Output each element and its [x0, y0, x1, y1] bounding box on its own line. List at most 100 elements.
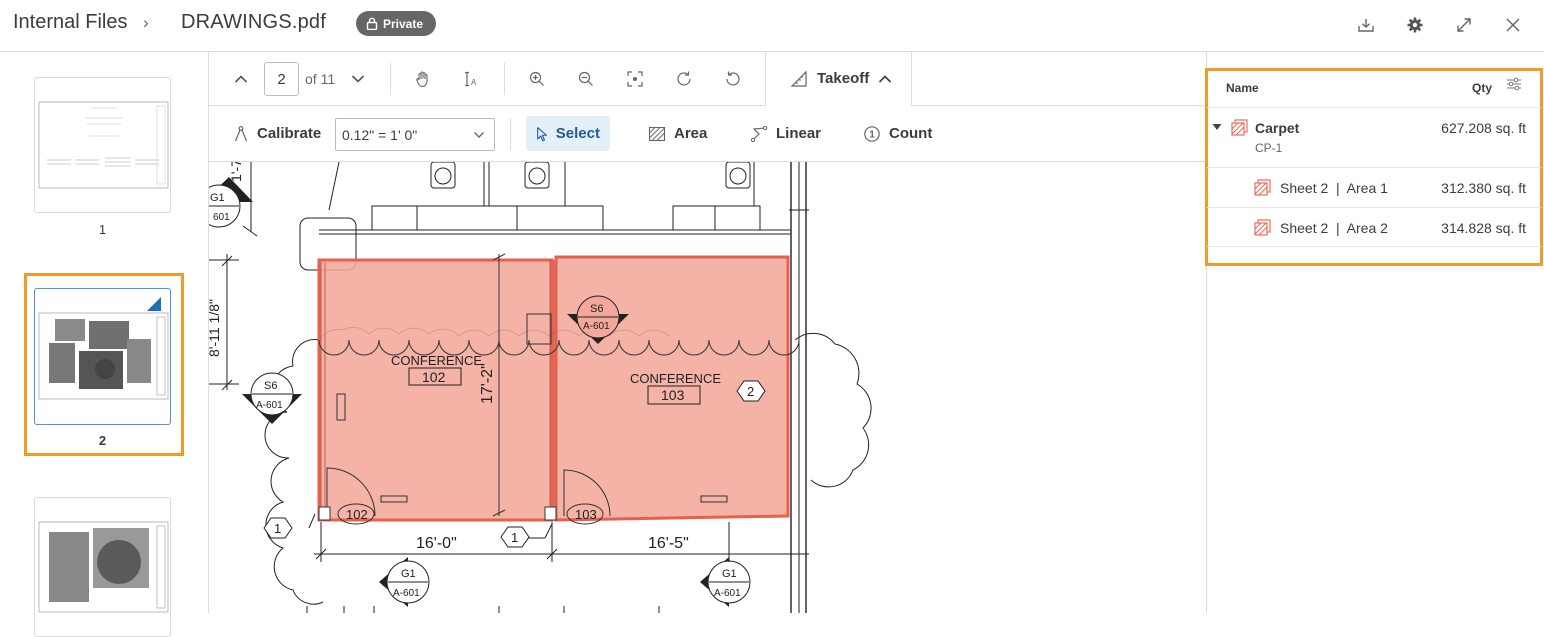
area-hatch-icon — [648, 126, 666, 141]
takeoff-toolbar: Calibrate 0.12" = 1' 0" Select Area Line… — [209, 106, 1206, 162]
thumbnail-label-1: 1 — [98, 222, 107, 237]
takeoff-group-row[interactable]: Carpet CP-1 627.208 sq. ft — [1207, 107, 1541, 167]
area-tool-label: Area — [674, 125, 708, 142]
zoom-out-button[interactable] — [572, 65, 600, 93]
svg-text:S6: S6 — [590, 303, 603, 315]
expand-icon — [1457, 18, 1471, 32]
dim-16-5: 16'-5" — [648, 535, 689, 552]
page-total-label: of 11 — [305, 71, 336, 87]
fit-to-page-button[interactable] — [621, 65, 649, 93]
thumbnail-image — [38, 297, 169, 400]
item-qty: 312.380 sq. ft — [1441, 180, 1526, 196]
privacy-badge: Private — [356, 11, 436, 36]
group-code: CP-1 — [1255, 141, 1283, 155]
takeoff-area-1[interactable] — [317, 258, 554, 522]
caret-down-icon[interactable] — [1212, 123, 1222, 131]
zoom-out-icon — [578, 71, 593, 86]
scale-dropdown[interactable]: 0.12" = 1' 0" — [335, 118, 495, 151]
floor-plan-drawing: 1'-7 8'-11 1/8" CONFERENCE 102 CONFERENC… — [209, 162, 872, 613]
item-name: Sheet 2 | Area 1 — [1280, 180, 1388, 196]
drawing-canvas[interactable]: 1'-7 8'-11 1/8" CONFERENCE 102 CONFERENC… — [209, 162, 1206, 613]
select-tool-label: Select — [555, 125, 600, 142]
rotate-counterclockwise-button[interactable] — [719, 65, 747, 93]
zoom-in-button[interactable] — [523, 65, 551, 93]
item-qty: 314.828 sq. ft — [1441, 220, 1526, 236]
linear-tool-label: Linear — [776, 125, 822, 142]
svg-text:A: A — [471, 78, 477, 87]
door-tag-102: 102 — [346, 507, 368, 522]
column-header-qty[interactable]: Qty — [1472, 81, 1492, 95]
count-circle-icon: 1 — [864, 125, 880, 142]
thumbnail-page-2[interactable] — [34, 288, 171, 425]
fullscreen-button[interactable] — [1452, 13, 1476, 37]
chevron-up-icon — [879, 74, 892, 83]
count-tool-label: Count — [889, 125, 933, 142]
text-select-tool-button[interactable]: A — [457, 65, 485, 93]
viewer-toolbar: of 11 A Takeoff — [209, 52, 1206, 107]
tab-takeoff[interactable]: Takeoff — [765, 52, 912, 107]
page-number-input[interactable] — [264, 62, 299, 96]
hex-tag-1-mid: 1 — [500, 526, 530, 548]
takeoff-item-row[interactable]: Sheet 2 | Area 2 314.828 sq. ft — [1207, 207, 1541, 247]
grid-tag-g1-bottom-2: G1 A-601 — [700, 557, 751, 607]
area-hatch-icon — [1254, 179, 1271, 196]
scale-value: 0.12" = 1' 0" — [342, 126, 418, 143]
area-hatch-icon — [1231, 119, 1248, 136]
grid-tag-g1-top-left: G1 601 — [209, 177, 253, 228]
chevron-up-icon — [234, 75, 248, 83]
column-header-name[interactable]: Name — [1226, 81, 1259, 95]
count-tool-button[interactable]: 1 Count — [853, 116, 942, 151]
svg-text:1: 1 — [869, 129, 875, 140]
toolbar-divider — [510, 118, 511, 150]
svg-text:A-601: A-601 — [393, 588, 420, 599]
calibrate-button[interactable]: Calibrate — [223, 116, 331, 151]
takeoff-tab-label: Takeoff — [817, 70, 870, 87]
thumbnail-page-3[interactable] — [34, 497, 171, 637]
linear-tool-button[interactable]: Linear — [740, 116, 831, 151]
svg-text:A-601: A-601 — [583, 321, 610, 332]
rotate-clockwise-button[interactable] — [670, 65, 698, 93]
room-103-name: CONFERENCE — [630, 371, 721, 386]
svg-text:G1: G1 — [722, 568, 737, 580]
settings-button[interactable] — [1403, 13, 1427, 37]
gear-icon — [1407, 17, 1423, 33]
toolbar-divider — [504, 63, 505, 95]
breadcrumb-internal-files[interactable]: Internal Files — [13, 11, 128, 34]
privacy-badge-label: Private — [383, 16, 424, 31]
svg-text:601: 601 — [213, 212, 230, 223]
chevron-down-icon — [351, 75, 365, 83]
svg-text:G1: G1 — [210, 192, 225, 204]
svg-text:A-601: A-601 — [256, 400, 283, 411]
download-button[interactable] — [1354, 13, 1378, 37]
polyline-icon — [750, 125, 768, 142]
header: Internal Files › DRAWINGS.pdf Private — [0, 0, 1544, 52]
dim-vertical-label: 17'-2" — [479, 363, 496, 404]
svg-text:S6: S6 — [264, 380, 277, 392]
lock-icon — [366, 17, 378, 30]
chevron-down-icon — [474, 132, 484, 138]
pan-tool-button[interactable] — [409, 65, 437, 93]
compass-icon — [234, 125, 248, 141]
section-tag-s6-left: S6 A-601 — [242, 372, 302, 424]
close-button[interactable] — [1501, 13, 1525, 37]
area-tool-button[interactable]: Area — [638, 116, 717, 151]
thumbnail-page-1[interactable] — [34, 77, 171, 213]
room-102-number: 102 — [422, 369, 446, 385]
filter-settings-icon[interactable] — [1506, 77, 1522, 91]
select-tool-button[interactable]: Select — [526, 116, 610, 151]
document-title: DRAWINGS.pdf — [181, 11, 327, 33]
svg-text:A-601: A-601 — [714, 588, 741, 599]
svg-text:2: 2 — [747, 384, 754, 399]
text-cursor-icon: A — [465, 71, 477, 87]
svg-text:1: 1 — [511, 530, 518, 545]
dim-left-vertical: 8'-11 1/8" — [209, 299, 222, 357]
next-page-button[interactable] — [344, 65, 372, 93]
item-name: Sheet 2 | Area 2 — [1280, 220, 1388, 236]
rotate-clockwise-icon — [677, 71, 691, 86]
takeoff-item-row[interactable]: Sheet 2 | Area 1 312.380 sq. ft — [1207, 167, 1541, 207]
svg-text:G1: G1 — [401, 568, 416, 580]
toolbar-divider — [390, 63, 391, 95]
previous-page-button[interactable] — [227, 65, 255, 93]
dim-16-0: 16'-0" — [416, 535, 457, 552]
room-102-name: CONFERENCE — [391, 353, 482, 368]
